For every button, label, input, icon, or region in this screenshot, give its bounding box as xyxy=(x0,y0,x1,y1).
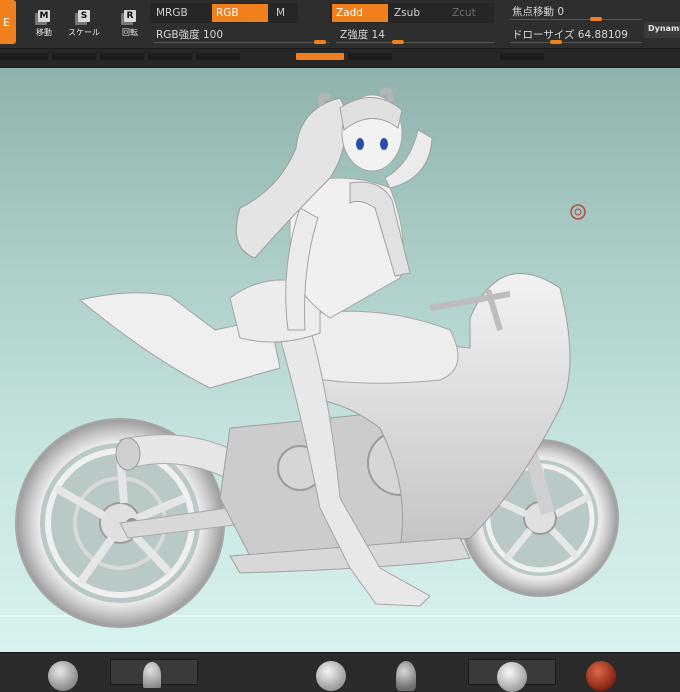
z-mode-group: Zadd Zsub Zcut xyxy=(330,3,494,23)
top-toolbar: E M 移動 S スケール R 回転 MRGB RGB M RGB強度 100 … xyxy=(0,0,680,48)
rotate-key-icon: R xyxy=(124,10,136,22)
z-intensity-track[interactable] xyxy=(336,42,494,43)
move-key-icon: M xyxy=(38,10,50,22)
z-intensity-label: Z強度 14 xyxy=(340,29,385,41)
material-slot[interactable] xyxy=(468,659,556,692)
canvas-viewport[interactable] xyxy=(0,68,680,652)
shelf-tab[interactable] xyxy=(196,53,240,60)
dynamic-button[interactable]: Dynamic xyxy=(644,22,680,38)
gray-cone-brush-icon[interactable] xyxy=(396,661,416,691)
active-shelf-tab[interactable] xyxy=(296,53,344,60)
shelf-tab[interactable] xyxy=(100,53,144,60)
dynamic-label: Dynamic xyxy=(648,24,680,33)
rotate-tool-label: 回転 xyxy=(122,28,138,37)
shelf-tab[interactable] xyxy=(52,53,96,60)
draw-size-label: ドローサイズ 64.88109 xyxy=(512,29,628,41)
focal-shift-knob[interactable] xyxy=(590,17,602,21)
shelf-tab[interactable] xyxy=(148,53,192,60)
sculpt-canvas xyxy=(0,87,680,628)
brush-slot[interactable] xyxy=(110,659,198,688)
scale-key-icon: S xyxy=(78,10,90,22)
rgb-button[interactable]: RGB xyxy=(212,4,268,22)
zcut-button[interactable]: Zcut xyxy=(448,4,492,22)
z-intensity-knob[interactable] xyxy=(392,40,404,44)
shelf-tab[interactable] xyxy=(500,53,544,60)
m-button[interactable]: M xyxy=(272,4,296,22)
draw-mode-button[interactable]: E xyxy=(0,0,16,44)
draw-size-knob[interactable] xyxy=(550,40,562,44)
zadd-button[interactable]: Zadd xyxy=(332,4,388,22)
rgb-intensity-knob[interactable] xyxy=(314,40,326,44)
focal-shift-track[interactable] xyxy=(510,19,642,20)
brush-cursor-icon xyxy=(570,204,586,220)
material-shelf xyxy=(0,652,680,692)
zsub-button[interactable]: Zsub xyxy=(390,4,446,22)
shelf-tab[interactable] xyxy=(348,53,392,60)
focal-shift-label: 焦点移動 0 xyxy=(512,6,565,18)
scale-tool-button[interactable]: S スケール xyxy=(64,6,104,44)
mrgb-button[interactable]: MRGB xyxy=(152,4,208,22)
shelf-strip xyxy=(0,48,680,68)
figure-on-motorcycle-model xyxy=(15,87,619,628)
move-tool-button[interactable]: M 移動 xyxy=(24,6,64,44)
color-mode-group: MRGB RGB M xyxy=(150,3,298,23)
red-wax-ball-icon[interactable] xyxy=(586,661,616,691)
white-matcap-ball-icon[interactable] xyxy=(316,661,346,691)
rotate-tool-button[interactable]: R 回転 xyxy=(110,6,150,44)
white-matcap-ball-icon xyxy=(497,662,527,692)
scale-tool-label: スケール xyxy=(68,28,100,37)
shelf-tab[interactable] xyxy=(0,53,48,60)
rgb-intensity-label: RGB強度 100 xyxy=(156,29,224,41)
rgb-intensity-track[interactable] xyxy=(154,42,330,43)
gray-horn-brush-icon xyxy=(143,662,161,688)
move-tool-label: 移動 xyxy=(36,28,52,37)
draw-size-track[interactable] xyxy=(510,42,642,43)
draw-mode-label: E xyxy=(3,16,10,29)
gray-matcap-ball-icon[interactable] xyxy=(48,661,78,691)
